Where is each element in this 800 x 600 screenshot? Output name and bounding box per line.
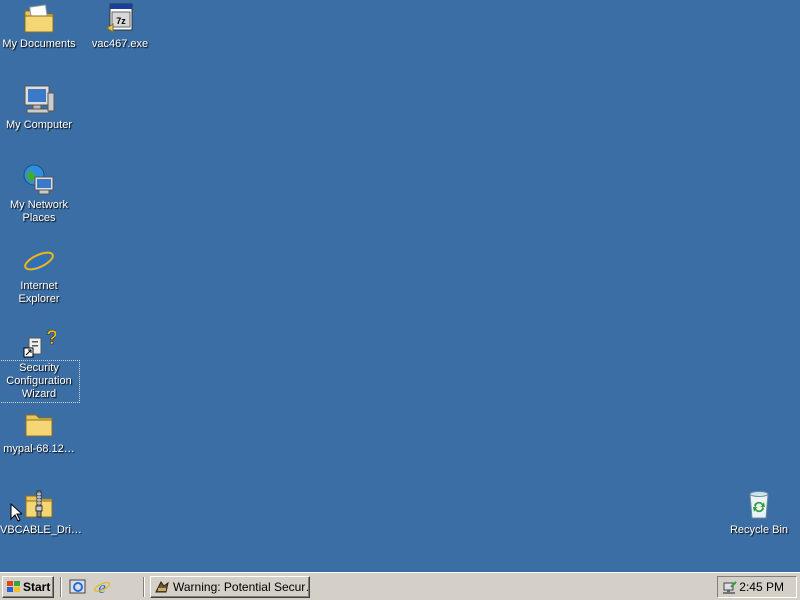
system-tray: 2:45 PM <box>717 576 797 598</box>
start-label: Start <box>23 580 51 594</box>
my-documents-icon <box>22 2 56 36</box>
desktop-icon-recycle-bin[interactable]: Recycle Bin <box>720 488 798 537</box>
desktop-icon-vac467[interactable]: 7z vac467.exe <box>81 2 159 51</box>
7zip-installer-icon: 7z <box>103 2 137 36</box>
desktop-icon-internet-explorer[interactable]: e Internet Explorer <box>0 243 78 306</box>
desktop-icon-label: VBCABLE_Dri… <box>0 524 82 536</box>
taskbar-window-title: Warning: Potential Secur… <box>173 580 310 594</box>
mouse-cursor-icon <box>10 503 22 522</box>
desktop-icon-label: My Documents <box>2 38 76 50</box>
desktop-icon-security-wizard[interactable]: ? Security Configuration Wizard <box>0 326 80 403</box>
internet-explorer-quicklaunch-icon[interactable]: e <box>93 578 111 596</box>
desktop-icon-label: Recycle Bin <box>729 524 789 536</box>
security-warning-icon <box>155 581 169 593</box>
desktop-icon-label: My Network Places <box>9 199 69 224</box>
security-wizard-icon: ? <box>22 326 59 360</box>
desktop-icon-label: vac467.exe <box>91 38 149 50</box>
taskbar: Start e Warning: Potential Secur… 2:45 P… <box>0 572 800 600</box>
folder-icon <box>22 407 56 441</box>
network-status-tray-icon[interactable] <box>722 580 738 595</box>
desktop-icon-label: My Computer <box>5 119 73 131</box>
recycle-bin-icon <box>742 488 776 522</box>
zip-folder-icon <box>22 488 56 522</box>
taskbar-separator <box>143 577 145 597</box>
desktop-icon-label: mypal-68.12… <box>3 443 75 455</box>
desktop[interactable]: My Documents 7z vac467.exe My Computer M… <box>0 0 800 572</box>
my-computer-icon <box>22 83 56 117</box>
taskbar-separator <box>60 577 62 597</box>
network-places-icon <box>22 163 56 197</box>
desktop-icon-mypal-folder[interactable]: mypal-68.12… <box>0 407 78 456</box>
show-desktop-quicklaunch-icon[interactable] <box>69 578 87 596</box>
desktop-icon-label: Security Configuration Wizard <box>0 360 80 403</box>
svg-text:e: e <box>98 578 106 596</box>
desktop-icon-my-documents[interactable]: My Documents <box>0 2 78 51</box>
desktop-icon-label: Internet Explorer <box>18 280 60 305</box>
windows-logo-icon <box>7 581 20 592</box>
taskbar-clock[interactable]: 2:45 PM <box>739 577 784 597</box>
desktop-icon-network-places[interactable]: My Network Places <box>0 163 78 225</box>
internet-explorer-icon: e <box>22 243 56 279</box>
desktop-icon-my-computer[interactable]: My Computer <box>0 83 78 132</box>
svg-text:e: e <box>32 244 46 278</box>
start-button[interactable]: Start <box>2 576 54 598</box>
svg-text:?: ? <box>46 327 56 349</box>
taskbar-window-button-warning[interactable]: Warning: Potential Secur… <box>150 576 310 598</box>
svg-text:7z: 7z <box>116 16 126 26</box>
